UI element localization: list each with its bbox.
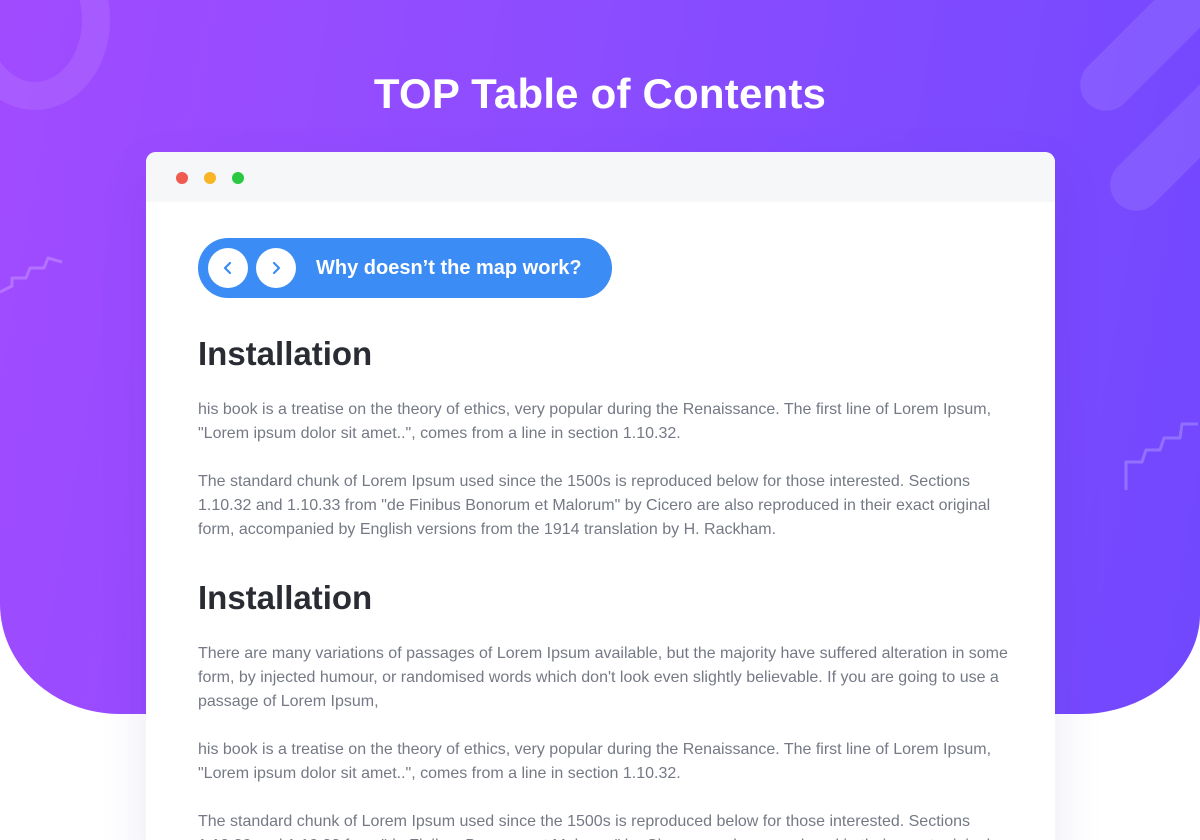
content-section: Installation There are many variations o… (198, 578, 1008, 840)
page-title: TOP Table of Contents (373, 70, 827, 117)
decorative-zigzag-icon (0, 256, 63, 294)
content-section: Installation his book is a treatise on t… (198, 334, 1008, 542)
chevron-right-icon (272, 261, 281, 275)
next-button[interactable] (256, 248, 296, 288)
chevron-left-icon (223, 261, 232, 275)
paragraph: The standard chunk of Lorem Ipsum used s… (198, 813, 990, 840)
paragraph: his book is a treatise on the theory of … (198, 741, 992, 782)
paragraph: There are many variations of passages of… (198, 645, 1008, 710)
current-section-title[interactable]: Why doesn’t the map work? (316, 257, 582, 280)
maximize-dot-icon[interactable] (232, 172, 244, 184)
toc-navigation-pill: Why doesn’t the map work? (198, 238, 612, 298)
decorative-zigzag-icon (1124, 422, 1198, 490)
browser-window: Why doesn’t the map work? Installation h… (146, 152, 1055, 840)
paragraph: his book is a treatise on the theory of … (198, 401, 992, 442)
article-content: Why doesn’t the map work? Installation h… (198, 238, 1008, 840)
paragraph: The standard chunk of Lorem Ipsum used s… (198, 473, 991, 538)
window-title-bar (146, 152, 1055, 202)
close-dot-icon[interactable] (176, 172, 188, 184)
page-stage: TOP Table of Contents Why doesn’t the ma… (0, 0, 1200, 840)
minimize-dot-icon[interactable] (204, 172, 216, 184)
previous-button[interactable] (208, 248, 248, 288)
section-heading: Installation (198, 579, 373, 616)
section-heading: Installation (198, 335, 373, 372)
